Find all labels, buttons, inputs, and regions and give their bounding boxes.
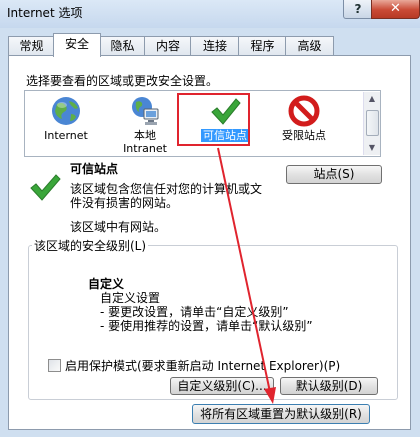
tab-privacy[interactable]: 隐私 xyxy=(99,36,146,56)
security-level-legend: 该区域的安全级别(L) xyxy=(32,237,149,254)
close-button[interactable]: ✕ xyxy=(371,0,420,19)
protected-mode-label: 启用保护模式(要求重新启动 Internet Explorer)(P) xyxy=(65,359,341,373)
zone-detail-title: 可信站点 xyxy=(70,162,119,176)
restricted-sites-icon xyxy=(288,95,320,127)
zone-local-intranet[interactable]: 本地 Intranet xyxy=(105,91,185,157)
protected-mode-row[interactable]: 启用保护模式(要求重新启动 Internet Explorer)(P) xyxy=(48,357,340,374)
custom-line: - 要使用推荐的设置，请单击“默认级别” xyxy=(100,319,313,333)
tab-security[interactable]: 安全 xyxy=(53,33,101,57)
zone-internet[interactable]: Internet xyxy=(26,91,106,157)
trusted-sites-check-icon xyxy=(30,174,61,201)
tab-advanced[interactable]: 高级 xyxy=(285,36,334,56)
custom-level-button[interactable]: 自定义级别(C)... xyxy=(170,377,274,395)
custom-line: - 要更改设置，请单击“自定义级别” xyxy=(100,305,289,319)
reset-all-zones-button[interactable]: 将所有区域重置为默认级别(R) xyxy=(192,404,370,424)
sites-button[interactable]: 站点(S) xyxy=(286,165,382,184)
zone-label: 可信站点 xyxy=(201,129,249,142)
tab-programs[interactable]: 程序 xyxy=(238,36,287,56)
help-button[interactable]: ? xyxy=(343,0,373,19)
zone-detail-description: 该区域包含您信任对您的计算机或文件没有损害的网站。 xyxy=(70,182,263,210)
scroll-down-icon[interactable]: ▼ xyxy=(364,141,380,155)
title-bar: Internet 选项 ? ✕ xyxy=(0,0,420,28)
custom-level-title: 自定义 xyxy=(88,277,125,291)
default-level-button[interactable]: 默认级别(D) xyxy=(280,377,378,395)
window-title: Internet 选项 xyxy=(7,6,83,20)
zone-restricted-sites[interactable]: 受限站点 xyxy=(264,91,344,157)
zone-label: 本地 xyxy=(134,129,156,142)
custom-line: 自定义设置 xyxy=(100,291,161,305)
zone-label: 受限站点 xyxy=(282,129,326,142)
tab-content[interactable]: 内容 xyxy=(144,36,192,56)
zone-label-line2: Intranet xyxy=(123,142,167,155)
protected-mode-checkbox[interactable] xyxy=(48,359,61,372)
trusted-sites-check-icon xyxy=(211,98,241,125)
tab-general[interactable]: 常规 xyxy=(8,36,55,56)
tab-connections[interactable]: 连接 xyxy=(190,36,240,56)
zone-list[interactable]: Internet 本地 Intranet 可信站点 受限站点 xyxy=(24,90,381,157)
zone-label: Internet xyxy=(44,129,88,142)
zone-list-scrollbar[interactable]: ▲ ▼ xyxy=(363,92,380,155)
scroll-up-icon[interactable]: ▲ xyxy=(364,92,380,106)
zone-trusted-sites[interactable]: 可信站点 xyxy=(185,91,265,157)
custom-level-description: 自定义设置 - 要更改设置，请单击“自定义级别” - 要使用推荐的设置，请单击“… xyxy=(100,291,313,333)
scroll-thumb[interactable] xyxy=(366,110,379,136)
zone-prompt: 选择要查看的区域或更改安全设置。 xyxy=(26,74,219,88)
local-intranet-icon xyxy=(132,97,159,125)
zone-detail-note: 该区域中有网站。 xyxy=(70,220,167,234)
globe-icon xyxy=(52,97,80,125)
